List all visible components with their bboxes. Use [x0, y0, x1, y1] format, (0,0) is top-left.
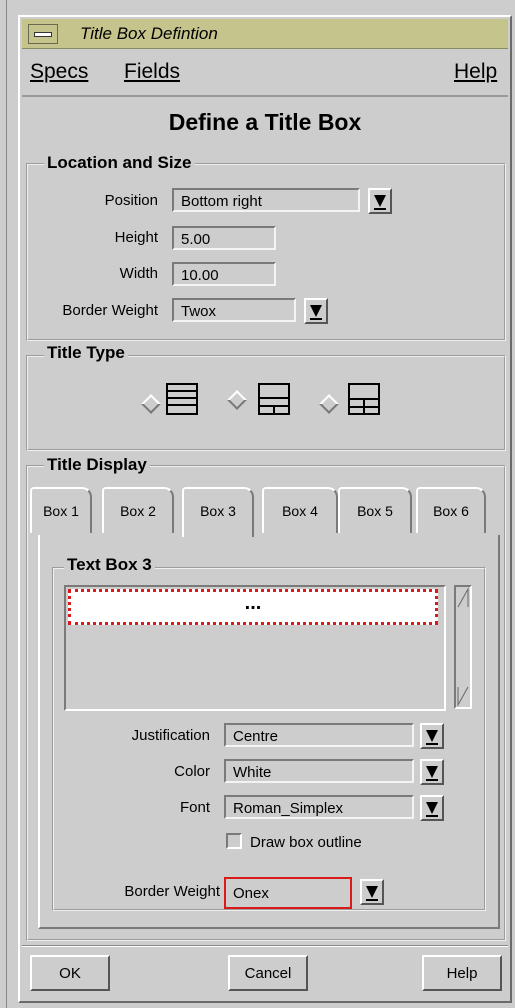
desktop-edge [6, 0, 7, 1008]
draw-box-outline-label: Draw box outline [250, 834, 362, 851]
height-label: Height [114, 229, 158, 246]
draw-box-outline-checkbox[interactable] [226, 833, 242, 849]
menu-help[interactable]: Help [454, 60, 497, 84]
ok-button[interactable]: OK [30, 955, 110, 991]
height-input[interactable]: 5.00 [172, 226, 276, 250]
title-display-label: Title Display [44, 455, 150, 475]
menu-fields-label: Fields [124, 60, 181, 83]
help-button[interactable]: Help [422, 955, 502, 991]
menu-help-label: Help [454, 60, 498, 83]
text-list-scrollbar[interactable] [454, 585, 472, 709]
title-bar[interactable]: Title Box Defintion [22, 19, 508, 49]
text-border-weight-field[interactable]: Onex [224, 877, 352, 909]
triangle-underline [426, 779, 438, 781]
menu-fields[interactable]: Fields [124, 60, 180, 84]
color-label: Color [174, 763, 210, 780]
window-title: Title Box Defintion [80, 24, 218, 43]
position-dropdown-button[interactable] [368, 188, 392, 214]
color-dropdown-button[interactable] [420, 759, 444, 785]
text-border-weight-label: Border Weight [124, 883, 220, 900]
title-box-definition-dialog: Title Box Defintion Specs Fields Help De… [18, 15, 512, 1003]
triangle-down-icon [426, 730, 438, 742]
menu-specs[interactable]: Specs [30, 60, 88, 84]
title-type-columns-icon [348, 383, 380, 415]
title-type-label: Title Type [44, 343, 128, 363]
triangle-underline [310, 318, 322, 320]
border-weight-label: Border Weight [62, 302, 158, 319]
cancel-button[interactable]: Cancel [228, 955, 308, 991]
title-type-rows-icon [166, 383, 198, 415]
triangle-down-icon [374, 195, 386, 207]
tab-box-3[interactable]: Box 3 [182, 487, 254, 537]
text-list[interactable]: ... [64, 585, 446, 711]
tab-box-5[interactable]: Box 5 [338, 487, 412, 533]
position-field[interactable]: Bottom right [172, 188, 360, 212]
text-border-weight-dropdown-button[interactable] [360, 879, 384, 905]
triangle-down-icon [310, 305, 322, 317]
minus-icon [34, 32, 52, 37]
triangle-down-icon [366, 886, 378, 898]
justification-dropdown-button[interactable] [420, 723, 444, 749]
text-box-label: Text Box 3 [64, 555, 155, 575]
tab-box-1[interactable]: Box 1 [30, 487, 92, 533]
color-field[interactable]: White [224, 759, 414, 783]
justification-field[interactable]: Centre [224, 723, 414, 747]
button-separator [22, 945, 508, 947]
tab-box-4[interactable]: Box 4 [262, 487, 338, 533]
scrollbar-arrows-icon [457, 587, 469, 707]
window-menu-button[interactable] [28, 24, 58, 44]
location-size-label: Location and Size [44, 153, 195, 173]
menu-bar: Specs Fields Help [22, 51, 508, 97]
text-list-selected-item[interactable]: ... [68, 589, 438, 625]
triangle-underline [426, 815, 438, 817]
title-type-split-rows-icon [258, 383, 290, 415]
triangle-underline [374, 208, 386, 210]
tab-box-6[interactable]: Box 6 [416, 487, 486, 533]
triangle-underline [426, 743, 438, 745]
triangle-down-icon [426, 802, 438, 814]
triangle-underline [366, 899, 378, 901]
menu-specs-label: Specs [30, 60, 89, 83]
width-input[interactable]: 10.00 [172, 262, 276, 286]
justification-label: Justification [131, 727, 210, 744]
triangle-down-icon [426, 766, 438, 778]
border-weight-dropdown-button[interactable] [304, 298, 328, 324]
dialog-heading: Define a Title Box [168, 109, 362, 135]
font-field[interactable]: Roman_Simplex [224, 795, 414, 819]
border-weight-field[interactable]: Twox [172, 298, 296, 322]
tab-box-2[interactable]: Box 2 [102, 487, 174, 533]
font-label: Font [179, 799, 210, 816]
font-dropdown-button[interactable] [420, 795, 444, 821]
position-label: Position [104, 192, 158, 209]
width-label: Width [119, 265, 158, 282]
